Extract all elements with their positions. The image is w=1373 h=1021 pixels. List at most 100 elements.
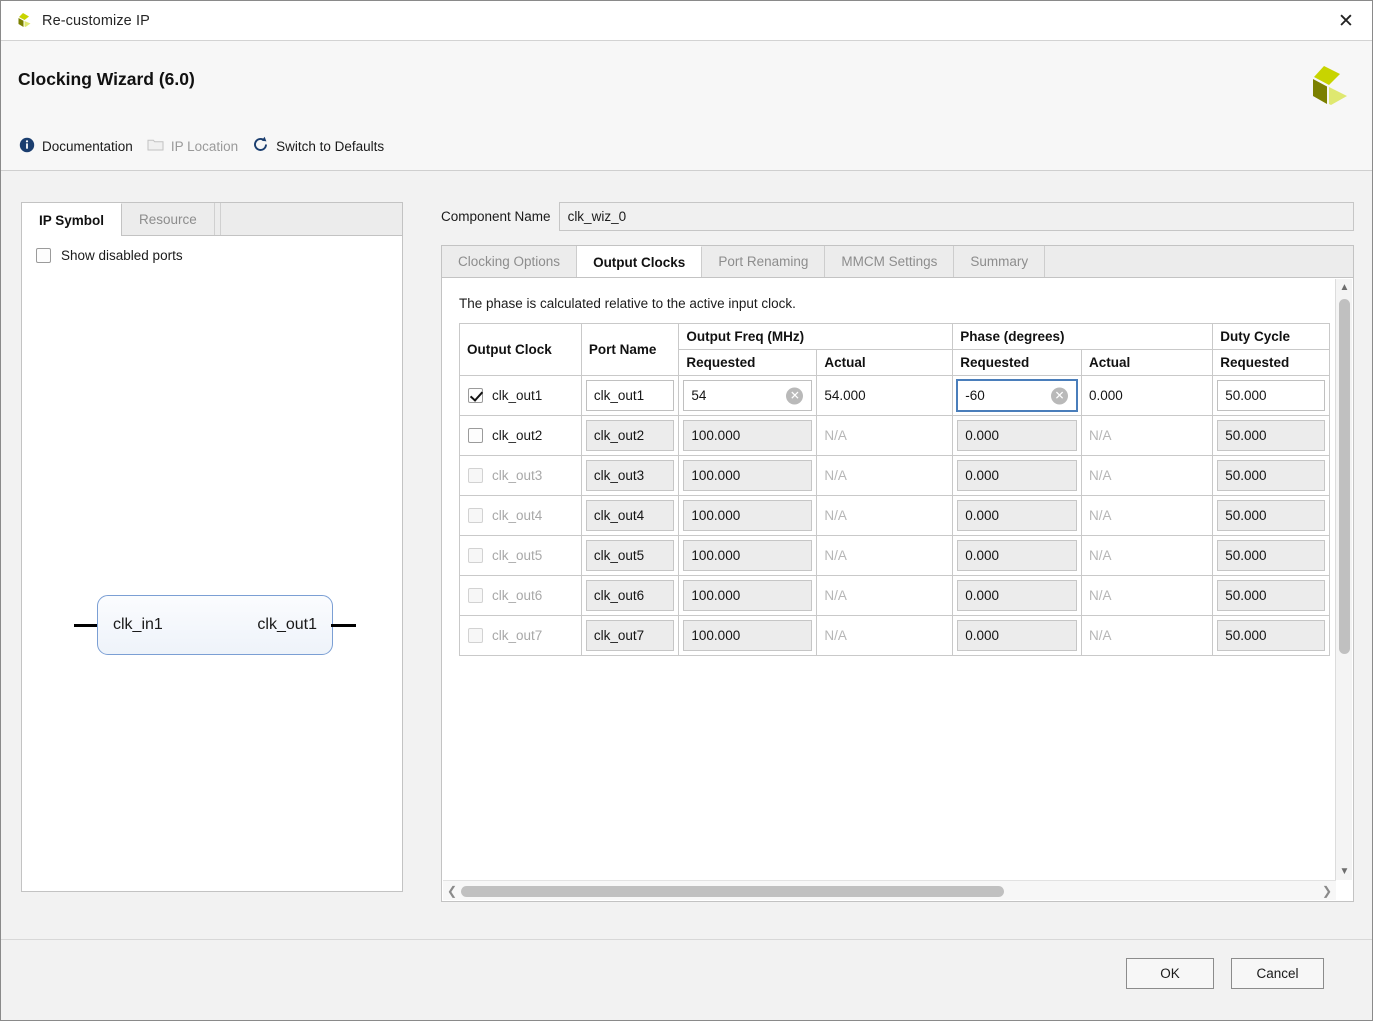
horizontal-scrollbar[interactable]: ❮ ❯ xyxy=(443,880,1336,900)
ip-location-button[interactable]: IP Location xyxy=(143,134,248,158)
cell-freq-actual: N/A xyxy=(816,415,954,456)
show-disabled-ports-checkbox[interactable] xyxy=(36,248,51,263)
cell-port-name: clk_out4 xyxy=(580,495,680,536)
phase-requested-input[interactable]: 0.000 xyxy=(957,460,1077,491)
duty-requested-input[interactable]: 50.000 xyxy=(1217,500,1325,531)
documentation-button[interactable]: Documentation xyxy=(15,134,143,159)
phase-requested-value: 0.000 xyxy=(965,508,1000,523)
output-clock-name: clk_out3 xyxy=(492,468,543,483)
ip-symbol-panel: IP Symbol Resource Show disabled ports c… xyxy=(21,202,403,892)
duty-requested-input[interactable]: 50.000 xyxy=(1217,460,1325,491)
clear-icon[interactable]: ✕ xyxy=(1050,387,1068,404)
phase-requested-input[interactable]: 0.000 xyxy=(957,500,1077,531)
vertical-scrollbar[interactable]: ▲ ▼ xyxy=(1335,279,1352,880)
port-name-input[interactable]: clk_out6 xyxy=(585,580,675,611)
output-clock-toggle[interactable]: clk_out4 xyxy=(460,508,581,523)
duty-requested-input[interactable]: 50.000 xyxy=(1217,580,1325,611)
output-clock-toggle[interactable]: clk_out6 xyxy=(460,588,581,603)
freq-requested-input[interactable]: 100.000 xyxy=(683,580,813,611)
enable-checkbox[interactable] xyxy=(468,588,483,603)
show-disabled-ports-row[interactable]: Show disabled ports xyxy=(22,236,402,263)
port-name-value: clk_out6 xyxy=(593,588,645,603)
freq-requested-value: 100.000 xyxy=(691,588,741,603)
tab-output-clocks[interactable]: Output Clocks xyxy=(577,246,703,278)
freq-requested-input[interactable]: 100.000 xyxy=(683,460,813,491)
tab-mmcm-settings[interactable]: MMCM Settings xyxy=(825,246,955,277)
phase-requested-input[interactable]: 0.000 xyxy=(957,580,1077,611)
port-name-input[interactable]: clk_out3 xyxy=(585,460,675,491)
component-name-label: Component Name xyxy=(441,209,551,224)
cell-output-clock: clk_out6 xyxy=(459,575,582,616)
freq-actual-value: N/A xyxy=(824,508,847,523)
component-name-input[interactable]: clk_wiz_0 xyxy=(558,202,1354,231)
tab-ip-symbol[interactable]: IP Symbol xyxy=(22,203,123,236)
port-name-input[interactable]: clk_out2 xyxy=(585,420,675,451)
folder-icon xyxy=(147,137,164,155)
cell-phase-requested: 0.000 xyxy=(952,535,1082,576)
duty-requested-input[interactable]: 50.000 xyxy=(1217,620,1325,651)
tab-summary[interactable]: Summary xyxy=(954,246,1046,277)
output-clock-toggle[interactable]: clk_out5 xyxy=(460,548,581,563)
output-clock-toggle[interactable]: clk_out7 xyxy=(460,628,581,643)
duty-requested-input[interactable]: 50.000 xyxy=(1217,420,1325,451)
enable-checkbox[interactable] xyxy=(468,548,483,563)
scroll-left-icon[interactable]: ❮ xyxy=(443,881,461,901)
tab-output-clocks-label: Output Clocks xyxy=(593,255,686,270)
phase-requested-input[interactable]: -60 ✕ xyxy=(956,379,1078,412)
cancel-button[interactable]: Cancel xyxy=(1231,958,1324,989)
freq-requested-input[interactable]: 54 ✕ xyxy=(683,380,813,411)
freq-requested-input[interactable]: 100.000 xyxy=(683,500,813,531)
ip-location-label: IP Location xyxy=(170,138,239,154)
output-clock-toggle[interactable]: clk_out3 xyxy=(460,468,581,483)
tab-mmcm-settings-label: MMCM Settings xyxy=(841,254,938,269)
horizontal-scroll-thumb[interactable] xyxy=(461,886,1004,897)
enable-checkbox[interactable] xyxy=(468,428,483,443)
switch-to-defaults-button[interactable]: Switch to Defaults xyxy=(248,133,394,159)
freq-actual-value: N/A xyxy=(824,588,847,603)
cell-phase-requested: -60 ✕ xyxy=(952,375,1082,416)
scroll-down-icon[interactable]: ▼ xyxy=(1336,863,1353,880)
port-name-input[interactable]: clk_out7 xyxy=(585,620,675,651)
scroll-right-icon[interactable]: ❯ xyxy=(1318,881,1336,901)
cell-output-clock: clk_out5 xyxy=(459,535,582,576)
duty-requested-input[interactable]: 50.000 xyxy=(1217,540,1325,571)
port-name-input[interactable]: clk_out4 xyxy=(585,500,675,531)
phase-actual-value: N/A xyxy=(1088,428,1112,443)
table-row: clk_out3 clk_out3 100.000 N/A 0.000 N/A 50.000 xyxy=(459,455,1330,496)
duty-requested-value: 50.000 xyxy=(1225,388,1267,403)
duty-requested-input[interactable]: 50.000 xyxy=(1217,380,1325,411)
output-clock-toggle[interactable]: clk_out1 xyxy=(460,388,581,403)
cell-duty-requested: 50.000 xyxy=(1212,495,1330,536)
vertical-scroll-thumb[interactable] xyxy=(1339,299,1350,654)
phase-requested-input[interactable]: 0.000 xyxy=(957,540,1077,571)
cell-phase-actual: N/A xyxy=(1080,495,1214,536)
enable-checkbox[interactable] xyxy=(468,468,483,483)
phase-requested-input[interactable]: 0.000 xyxy=(957,420,1077,451)
cell-freq-actual: N/A xyxy=(816,455,954,496)
port-name-input[interactable]: clk_out5 xyxy=(585,540,675,571)
duty-requested-value: 50.000 xyxy=(1225,508,1267,523)
freq-requested-input[interactable]: 100.000 xyxy=(683,540,813,571)
tab-resource[interactable]: Resource xyxy=(122,203,215,235)
cell-output-clock: clk_out2 xyxy=(459,415,582,456)
scroll-up-icon[interactable]: ▲ xyxy=(1336,279,1353,296)
port-name-input[interactable]: clk_out1 xyxy=(585,380,675,411)
cell-freq-requested: 100.000 xyxy=(678,415,818,456)
cell-freq-requested: 100.000 xyxy=(678,495,818,536)
freq-requested-input[interactable]: 100.000 xyxy=(683,420,813,451)
clear-icon[interactable]: ✕ xyxy=(786,387,804,404)
output-clock-toggle[interactable]: clk_out2 xyxy=(460,428,581,443)
tab-port-renaming[interactable]: Port Renaming xyxy=(702,246,826,277)
phase-requested-input[interactable]: 0.000 xyxy=(957,620,1077,651)
enable-checkbox[interactable] xyxy=(468,508,483,523)
phase-requested-value: 0.000 xyxy=(965,588,1000,603)
cell-output-clock: clk_out1 xyxy=(459,375,582,416)
cell-phase-requested: 0.000 xyxy=(952,455,1082,496)
table-row: clk_out6 clk_out6 100.000 N/A 0.000 N/A 50.000 xyxy=(459,575,1330,616)
enable-checkbox[interactable] xyxy=(468,388,483,403)
enable-checkbox[interactable] xyxy=(468,628,483,643)
tab-clocking-options[interactable]: Clocking Options xyxy=(442,246,578,277)
close-icon[interactable]: ✕ xyxy=(1326,5,1366,37)
ok-button[interactable]: OK xyxy=(1126,958,1214,989)
freq-requested-input[interactable]: 100.000 xyxy=(683,620,813,651)
